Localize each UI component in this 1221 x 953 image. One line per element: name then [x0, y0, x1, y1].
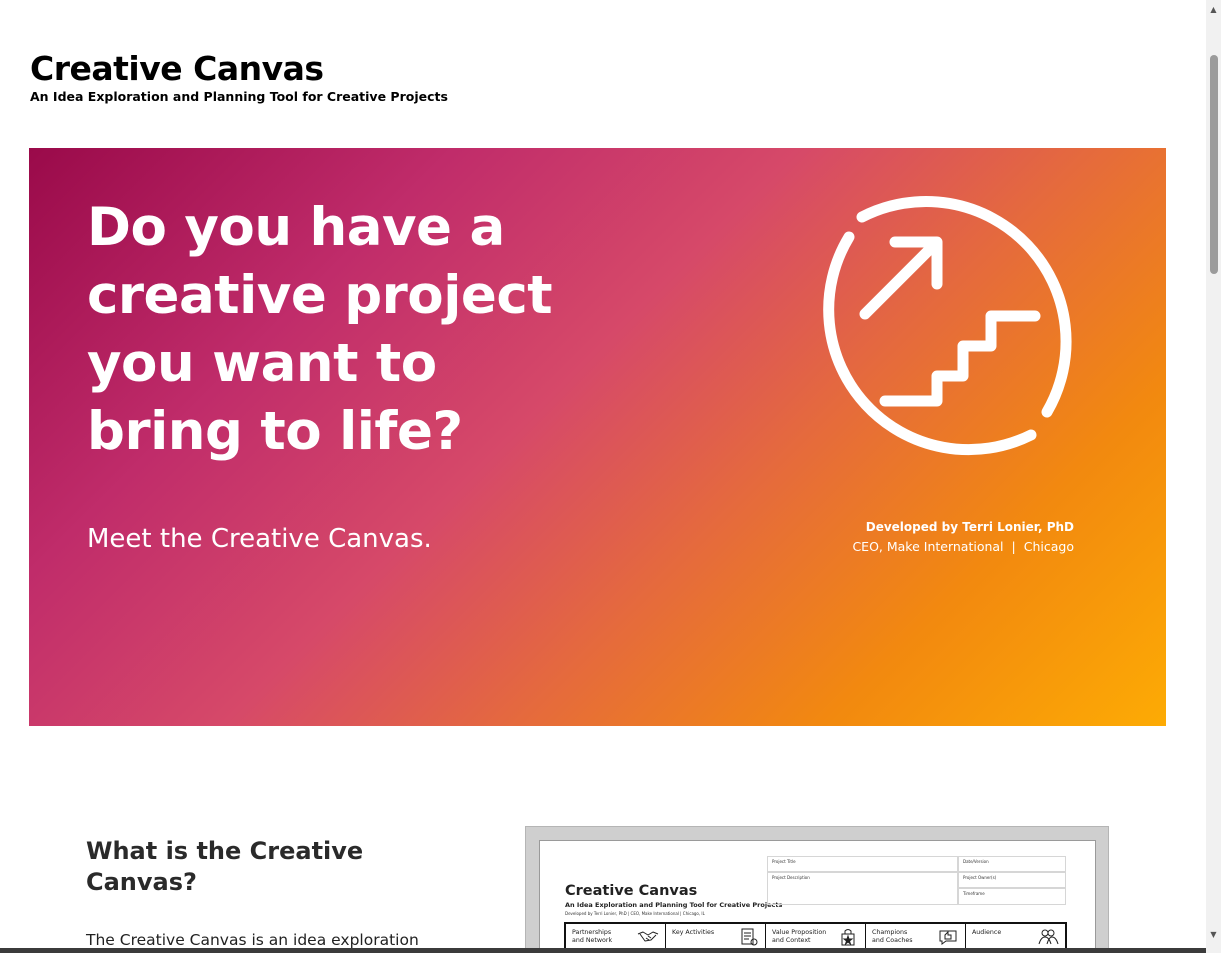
credit-role-line: CEO, Make International | Chicago	[852, 537, 1074, 557]
preview-developer: Developed by Terri Lonier, PhD | CEO, Ma…	[565, 911, 705, 916]
preview-title: Creative Canvas	[565, 883, 698, 899]
star-bag-icon	[841, 929, 855, 946]
hero-headline: Do you have a creative project you want …	[87, 197, 553, 462]
thumbs-up-speech-icon	[939, 930, 957, 945]
preview-cell-label: Champions and Coaches	[872, 929, 913, 944]
canvas-preview-sheet: Creative Canvas An Idea Exploration and …	[539, 840, 1096, 953]
people-group-icon	[1038, 929, 1059, 945]
scroll-down-arrow-icon[interactable]: ▼	[1209, 930, 1218, 939]
preview-field-project-description: Project Description	[767, 872, 958, 905]
credit-role: CEO, Make International	[852, 539, 1004, 554]
preview-cell-label: Audience	[972, 929, 1002, 936]
site-title[interactable]: Creative Canvas	[30, 50, 448, 88]
preview-tagline: An Idea Exploration and Planning Tool fo…	[565, 901, 783, 909]
scrollbar-thumb[interactable]	[1210, 55, 1218, 274]
developer-credit: Developed by Terri Lonier, PhD CEO, Make…	[852, 517, 1074, 557]
canvas-preview-image: Creative Canvas An Idea Exploration and …	[525, 826, 1109, 953]
preview-cell-label: Key Activities	[672, 929, 715, 936]
site-header: Creative Canvas An Idea Exploration and …	[30, 50, 448, 105]
credit-location: Chicago	[1023, 539, 1074, 554]
section-heading: What is the Creative Canvas?	[86, 837, 364, 896]
preview-field-date-version: Date/Version	[958, 856, 1066, 872]
growth-stairs-arrow-icon	[823, 195, 1072, 456]
preview-field-timeframe: Timeframe	[958, 888, 1066, 905]
vertical-scrollbar[interactable]: ▲ ▼	[1206, 0, 1221, 953]
preview-cell-label: Partnerships and Network	[572, 929, 613, 944]
hero-banner: Do you have a creative project you want …	[29, 148, 1166, 726]
hero-subheadline: Meet the Creative Canvas.	[87, 524, 432, 554]
preview-field-project-title: Project Title	[767, 856, 958, 872]
page: Creative Canvas An Idea Exploration and …	[0, 0, 1206, 953]
checklist-icon	[741, 928, 758, 946]
preview-field-project-owners: Project Owner(s)	[958, 872, 1066, 888]
scroll-up-arrow-icon[interactable]: ▲	[1209, 5, 1218, 14]
handshake-icon	[637, 931, 659, 942]
bottom-edge-bar	[0, 948, 1206, 953]
credit-name: Developed by Terri Lonier, PhD	[865, 520, 1074, 534]
credit-separator: |	[1011, 539, 1016, 554]
preview-cell-label: Value Proposition and Context	[772, 929, 827, 944]
site-tagline: An Idea Exploration and Planning Tool fo…	[30, 89, 448, 104]
